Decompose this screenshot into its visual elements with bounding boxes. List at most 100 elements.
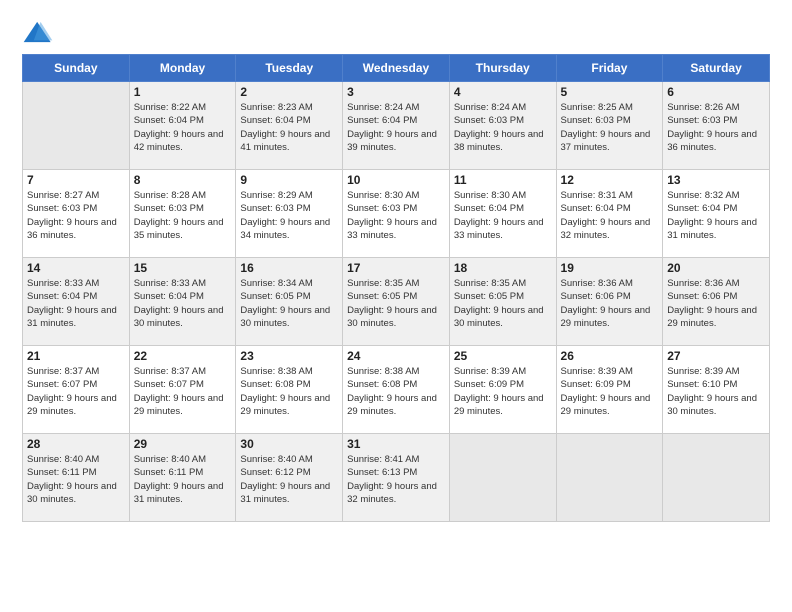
day-number: 19 — [561, 261, 659, 275]
day-number: 23 — [240, 349, 338, 363]
calendar-cell-8: 8 Sunrise: 8:28 AMSunset: 6:03 PMDaylight… — [129, 170, 236, 258]
weekday-header-monday: Monday — [129, 55, 236, 82]
day-number: 22 — [134, 349, 232, 363]
calendar-cell-4: 4 Sunrise: 8:24 AMSunset: 6:03 PMDaylight… — [449, 82, 556, 170]
day-number: 27 — [667, 349, 765, 363]
cell-info: Sunrise: 8:39 AMSunset: 6:09 PMDaylight:… — [454, 365, 552, 418]
cell-info: Sunrise: 8:35 AMSunset: 6:05 PMDaylight:… — [347, 277, 445, 330]
cell-info: Sunrise: 8:40 AMSunset: 6:11 PMDaylight:… — [134, 453, 232, 506]
cell-info: Sunrise: 8:36 AMSunset: 6:06 PMDaylight:… — [667, 277, 765, 330]
calendar-cell-empty-0-0 — [23, 82, 130, 170]
cell-info: Sunrise: 8:23 AMSunset: 6:04 PMDaylight:… — [240, 101, 338, 154]
logo-icon — [22, 18, 54, 46]
day-number: 17 — [347, 261, 445, 275]
day-number: 12 — [561, 173, 659, 187]
cell-info: Sunrise: 8:33 AMSunset: 6:04 PMDaylight:… — [27, 277, 125, 330]
day-number: 30 — [240, 437, 338, 451]
day-number: 14 — [27, 261, 125, 275]
calendar-cell-24: 24 Sunrise: 8:38 AMSunset: 6:08 PMDayligh… — [343, 346, 450, 434]
weekday-header-wednesday: Wednesday — [343, 55, 450, 82]
day-number: 20 — [667, 261, 765, 275]
cell-info: Sunrise: 8:32 AMSunset: 6:04 PMDaylight:… — [667, 189, 765, 242]
calendar-cell-23: 23 Sunrise: 8:38 AMSunset: 6:08 PMDayligh… — [236, 346, 343, 434]
calendar-cell-21: 21 Sunrise: 8:37 AMSunset: 6:07 PMDayligh… — [23, 346, 130, 434]
cell-info: Sunrise: 8:25 AMSunset: 6:03 PMDaylight:… — [561, 101, 659, 154]
day-number: 2 — [240, 85, 338, 99]
calendar-cell-28: 28 Sunrise: 8:40 AMSunset: 6:11 PMDayligh… — [23, 434, 130, 522]
cell-info: Sunrise: 8:30 AMSunset: 6:04 PMDaylight:… — [454, 189, 552, 242]
calendar-cell-19: 19 Sunrise: 8:36 AMSunset: 6:06 PMDayligh… — [556, 258, 663, 346]
calendar-cell-9: 9 Sunrise: 8:29 AMSunset: 6:03 PMDaylight… — [236, 170, 343, 258]
calendar-cell-11: 11 Sunrise: 8:30 AMSunset: 6:04 PMDayligh… — [449, 170, 556, 258]
day-number: 3 — [347, 85, 445, 99]
calendar-table: SundayMondayTuesdayWednesdayThursdayFrid… — [22, 54, 770, 522]
cell-info: Sunrise: 8:39 AMSunset: 6:10 PMDaylight:… — [667, 365, 765, 418]
day-number: 4 — [454, 85, 552, 99]
page: SundayMondayTuesdayWednesdayThursdayFrid… — [0, 0, 792, 612]
calendar-cell-empty-4-5 — [556, 434, 663, 522]
weekday-header-sunday: Sunday — [23, 55, 130, 82]
calendar-cell-10: 10 Sunrise: 8:30 AMSunset: 6:03 PMDayligh… — [343, 170, 450, 258]
cell-info: Sunrise: 8:27 AMSunset: 6:03 PMDaylight:… — [27, 189, 125, 242]
header — [22, 18, 770, 46]
cell-info: Sunrise: 8:24 AMSunset: 6:03 PMDaylight:… — [454, 101, 552, 154]
calendar-cell-30: 30 Sunrise: 8:40 AMSunset: 6:12 PMDayligh… — [236, 434, 343, 522]
day-number: 21 — [27, 349, 125, 363]
day-number: 18 — [454, 261, 552, 275]
cell-info: Sunrise: 8:38 AMSunset: 6:08 PMDaylight:… — [347, 365, 445, 418]
cell-info: Sunrise: 8:36 AMSunset: 6:06 PMDaylight:… — [561, 277, 659, 330]
cell-info: Sunrise: 8:38 AMSunset: 6:08 PMDaylight:… — [240, 365, 338, 418]
day-number: 10 — [347, 173, 445, 187]
calendar-cell-2: 2 Sunrise: 8:23 AMSunset: 6:04 PMDaylight… — [236, 82, 343, 170]
day-number: 31 — [347, 437, 445, 451]
day-number: 25 — [454, 349, 552, 363]
day-number: 26 — [561, 349, 659, 363]
cell-info: Sunrise: 8:39 AMSunset: 6:09 PMDaylight:… — [561, 365, 659, 418]
weekday-header-tuesday: Tuesday — [236, 55, 343, 82]
calendar-cell-22: 22Sunrise: 8:37 AMSunset: 6:07 PMDayligh… — [129, 346, 236, 434]
cell-info: Sunrise: 8:41 AMSunset: 6:13 PMDaylight:… — [347, 453, 445, 506]
calendar-cell-27: 27 Sunrise: 8:39 AMSunset: 6:10 PMDayligh… — [663, 346, 770, 434]
calendar-cell-16: 16 Sunrise: 8:34 AMSunset: 6:05 PMDayligh… — [236, 258, 343, 346]
cell-info: Sunrise: 8:40 AMSunset: 6:12 PMDaylight:… — [240, 453, 338, 506]
cell-info: Sunrise: 8:24 AMSunset: 6:04 PMDaylight:… — [347, 101, 445, 154]
day-number: 29 — [134, 437, 232, 451]
calendar-cell-29: 29 Sunrise: 8:40 AMSunset: 6:11 PMDayligh… — [129, 434, 236, 522]
calendar-cell-empty-4-4 — [449, 434, 556, 522]
cell-info: Sunrise: 8:37 AMSunset: 6:07 PMDaylight:… — [27, 365, 125, 418]
cell-info: Sunrise: 8:30 AMSunset: 6:03 PMDaylight:… — [347, 189, 445, 242]
day-number: 7 — [27, 173, 125, 187]
cell-info: Sunrise: 8:33 AMSunset: 6:04 PMDaylight:… — [134, 277, 232, 330]
day-number: 1 — [134, 85, 232, 99]
day-number: 11 — [454, 173, 552, 187]
calendar-cell-5: 5 Sunrise: 8:25 AMSunset: 6:03 PMDaylight… — [556, 82, 663, 170]
cell-info: Sunrise: 8:28 AMSunset: 6:03 PMDaylight:… — [134, 189, 232, 242]
day-number: 8 — [134, 173, 232, 187]
cell-info: Sunrise: 8:31 AMSunset: 6:04 PMDaylight:… — [561, 189, 659, 242]
calendar-cell-18: 18Sunrise: 8:35 AMSunset: 6:05 PMDayligh… — [449, 258, 556, 346]
cell-info: Sunrise: 8:22 AMSunset: 6:04 PMDaylight:… — [134, 101, 232, 154]
cell-info: Sunrise: 8:40 AMSunset: 6:11 PMDaylight:… — [27, 453, 125, 506]
calendar-cell-20: 20 Sunrise: 8:36 AMSunset: 6:06 PMDayligh… — [663, 258, 770, 346]
cell-info: Sunrise: 8:34 AMSunset: 6:05 PMDaylight:… — [240, 277, 338, 330]
cell-info: Sunrise: 8:29 AMSunset: 6:03 PMDaylight:… — [240, 189, 338, 242]
weekday-header-saturday: Saturday — [663, 55, 770, 82]
weekday-header-friday: Friday — [556, 55, 663, 82]
day-number: 28 — [27, 437, 125, 451]
calendar-cell-17: 17 Sunrise: 8:35 AMSunset: 6:05 PMDayligh… — [343, 258, 450, 346]
calendar-cell-13: 13Sunrise: 8:32 AMSunset: 6:04 PMDayligh… — [663, 170, 770, 258]
weekday-header-thursday: Thursday — [449, 55, 556, 82]
day-number: 5 — [561, 85, 659, 99]
calendar-cell-1: 1 Sunrise: 8:22 AMSunset: 6:04 PMDaylight… — [129, 82, 236, 170]
calendar-cell-6: 6Sunrise: 8:26 AMSunset: 6:03 PMDaylight… — [663, 82, 770, 170]
day-number: 24 — [347, 349, 445, 363]
calendar-cell-15: 15 Sunrise: 8:33 AMSunset: 6:04 PMDayligh… — [129, 258, 236, 346]
calendar-cell-25: 25 Sunrise: 8:39 AMSunset: 6:09 PMDayligh… — [449, 346, 556, 434]
day-number: 15 — [134, 261, 232, 275]
calendar-cell-3: 3 Sunrise: 8:24 AMSunset: 6:04 PMDaylight… — [343, 82, 450, 170]
day-number: 9 — [240, 173, 338, 187]
logo — [22, 18, 58, 46]
calendar-cell-31: 31 Sunrise: 8:41 AMSunset: 6:13 PMDayligh… — [343, 434, 450, 522]
day-number: 16 — [240, 261, 338, 275]
calendar-cell-7: 7 Sunrise: 8:27 AMSunset: 6:03 PMDaylight… — [23, 170, 130, 258]
